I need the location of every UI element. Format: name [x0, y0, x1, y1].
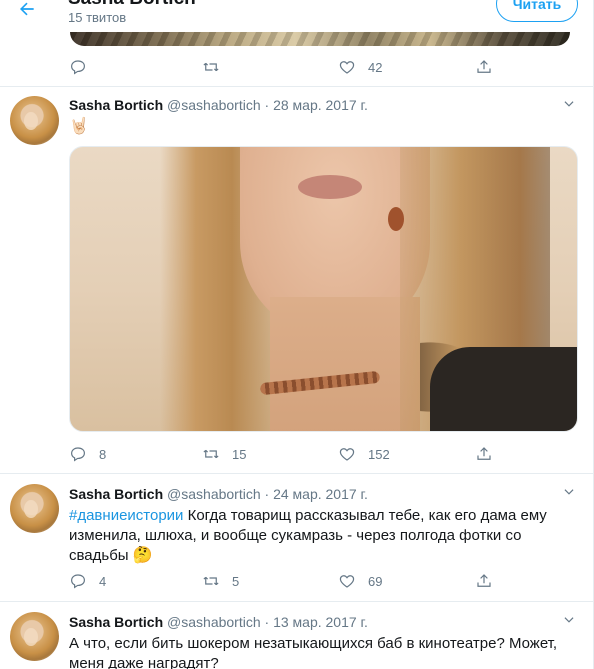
share-icon: [477, 60, 491, 73]
tweet-actions: 42: [69, 56, 509, 78]
retweet-count: 5: [232, 573, 240, 589]
tweet-image[interactable]: [69, 146, 578, 432]
thinking-emoji: 🤔: [132, 547, 153, 564]
arrow-left-icon: [20, 2, 34, 16]
tweet-actions: 4 5 69: [69, 570, 509, 592]
tweet-item[interactable]: Sasha Bortich @sashabortich · 28 мар. 20…: [0, 87, 594, 474]
tweet-date[interactable]: 28 мар. 2017 г.: [273, 97, 368, 113]
author-name[interactable]: Sasha Bortich: [69, 486, 163, 502]
author-name[interactable]: Sasha Bortich: [69, 97, 163, 113]
tweet-text: А что, если бить шокером незатыкающихся …: [69, 635, 558, 669]
reply-icon: [71, 60, 85, 75]
reply-button[interactable]: 4: [69, 570, 106, 592]
like-button[interactable]: 152: [338, 443, 390, 465]
hashtag-link[interactable]: #давниеистории: [69, 507, 183, 524]
tweet-emoji: 🤘🏻: [69, 118, 89, 135]
tweet-actions: 8 15 152: [69, 443, 509, 465]
tweet-count: 15 твитов: [68, 10, 127, 25]
tweet-text: 🤘🏻: [69, 117, 569, 137]
reply-icon: [71, 447, 85, 462]
chevron-down-icon: [564, 489, 574, 495]
avatar[interactable]: [10, 612, 59, 661]
reply-count: 8: [99, 446, 107, 462]
share-icon: [477, 574, 491, 587]
tweet-meta: Sasha Bortich @sashabortich · 24 мар. 20…: [69, 486, 368, 502]
like-button[interactable]: 69: [338, 570, 382, 592]
reply-icon: [71, 574, 85, 589]
like-count: 152: [368, 446, 390, 462]
tweet-item[interactable]: Sasha Bortich @sashabortich · 13 мар. 20…: [0, 602, 594, 669]
chevron-down-icon: [564, 617, 574, 623]
separator-dot: ·: [264, 614, 270, 630]
heart-icon: [339, 61, 355, 74]
profile-name-title: Sasha Bortich: [68, 0, 196, 10]
retweet-count: 15: [232, 446, 247, 462]
reply-button[interactable]: 8: [69, 443, 106, 465]
retweet-icon: [203, 449, 219, 459]
like-count: 42: [368, 59, 383, 75]
back-button[interactable]: [14, 0, 40, 22]
like-button[interactable]: 42: [338, 56, 382, 78]
share-button[interactable]: [475, 56, 493, 78]
share-button[interactable]: [475, 443, 493, 465]
tweet-menu-button[interactable]: [562, 613, 578, 629]
reply-button[interactable]: [69, 56, 99, 78]
avatar[interactable]: [10, 484, 59, 533]
tweet-item[interactable]: Sasha Bortich @sashabortich · 24 мар. 20…: [0, 474, 594, 602]
retweet-icon: [203, 62, 219, 72]
author-name[interactable]: Sasha Bortich: [69, 614, 163, 630]
tweet-date[interactable]: 13 мар. 2017 г.: [273, 614, 368, 630]
tweet-text: #давниеистории Когда товарищ рассказывал…: [69, 506, 569, 566]
heart-icon: [339, 448, 355, 461]
share-button[interactable]: [475, 570, 493, 592]
retweet-button[interactable]: [202, 56, 232, 78]
separator-dot: ·: [264, 486, 270, 502]
author-handle[interactable]: @sashabortich: [167, 486, 261, 502]
tweet-meta: Sasha Bortich @sashabortich · 28 мар. 20…: [69, 97, 368, 113]
tweet-menu-button[interactable]: [562, 485, 578, 501]
retweet-button[interactable]: 5: [202, 570, 239, 592]
heart-icon: [339, 575, 355, 588]
author-handle[interactable]: @sashabortich: [167, 97, 261, 113]
tweet-date[interactable]: 24 мар. 2017 г.: [273, 486, 368, 502]
reply-count: 4: [99, 573, 107, 589]
profile-header: Sasha Bortich 15 твитов Читать: [0, 0, 594, 32]
author-handle[interactable]: @sashabortich: [167, 614, 261, 630]
retweet-icon: [203, 576, 219, 586]
avatar[interactable]: [10, 96, 59, 145]
separator-dot: ·: [264, 97, 270, 113]
share-icon: [477, 447, 491, 460]
retweet-button[interactable]: 15: [202, 443, 246, 465]
chevron-down-icon: [564, 101, 574, 107]
like-count: 69: [368, 573, 383, 589]
follow-button[interactable]: Читать: [496, 0, 578, 22]
tweet-meta: Sasha Bortich @sashabortich · 13 мар. 20…: [69, 614, 368, 630]
tweet-menu-button[interactable]: [562, 97, 578, 113]
